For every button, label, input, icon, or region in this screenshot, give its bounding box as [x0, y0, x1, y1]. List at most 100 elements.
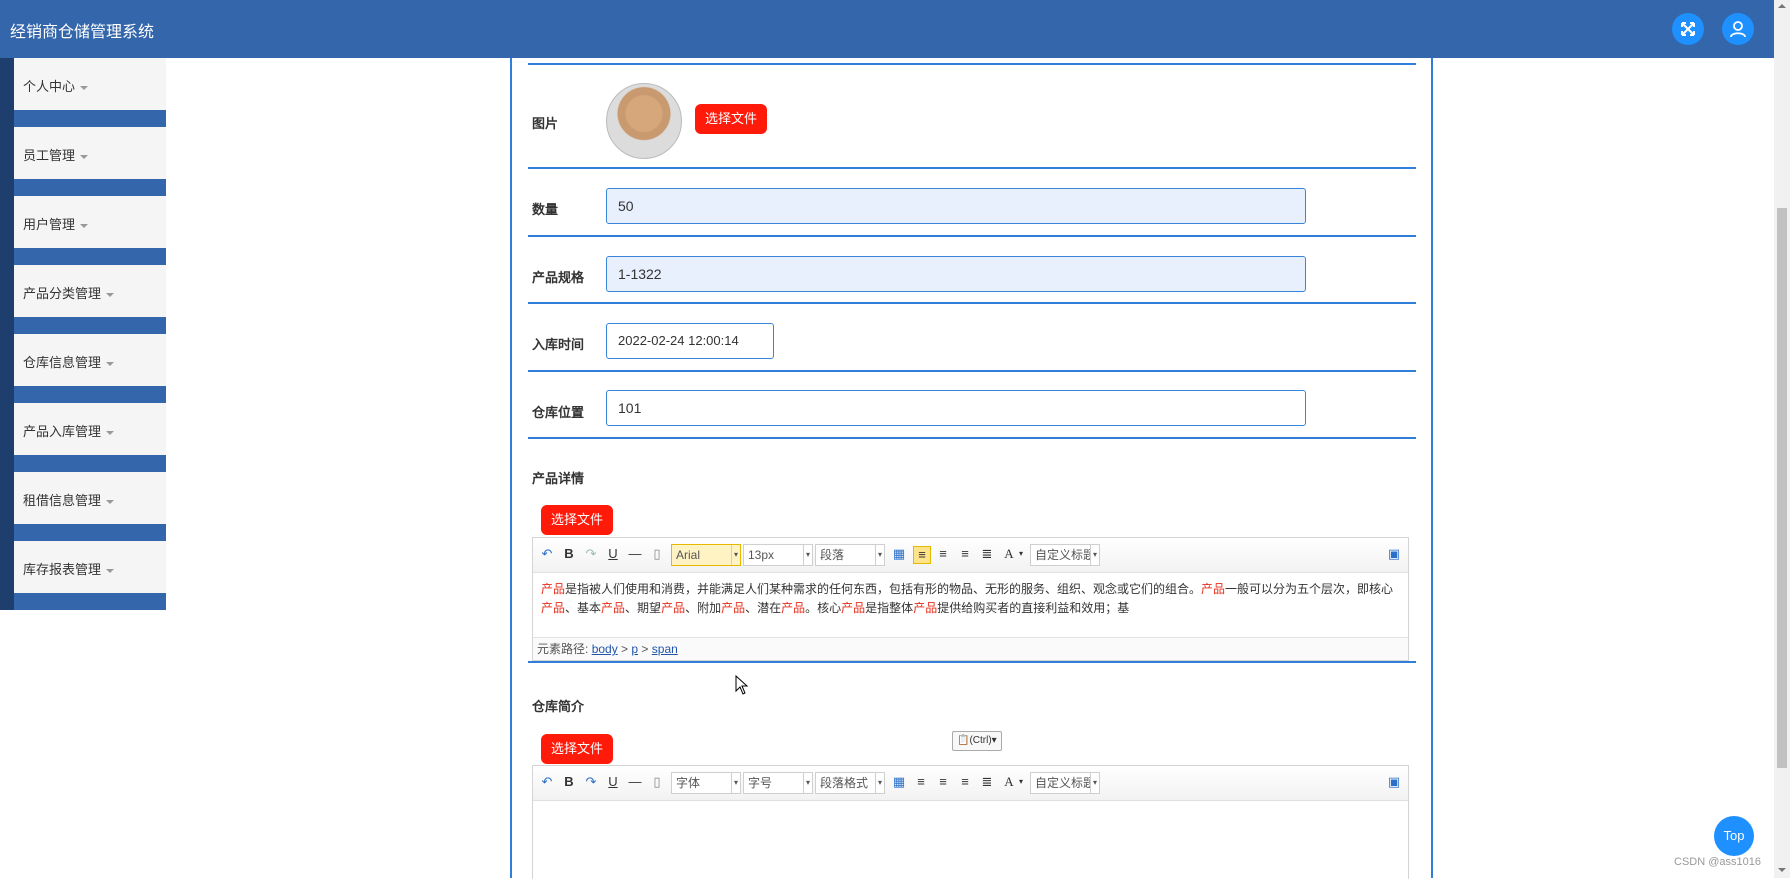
paste-options-button[interactable]: 📋(Ctrl)▾ — [952, 731, 1002, 751]
intro-editor-content[interactable] — [533, 801, 1408, 865]
details-editor-toolbar: ↶ B ↷ U — ▯ Arial ▾ 13px ▾ 段落 ▾ ▦ ≡ ≡ ≡ ≣ A… — [533, 538, 1408, 573]
sidebar: 个人中心 员工管理 用户管理 产品分类管理 仓库信息管理 产品入库管理 租借信息… — [0, 58, 166, 610]
sidebar-item-personal[interactable]: 个人中心 — [0, 58, 166, 127]
sidebar-item-label: 租借信息管理 — [23, 493, 102, 508]
horizontal-rule-icon[interactable]: — — [627, 774, 643, 790]
content-text: 、附加 — [685, 601, 722, 615]
align-left-icon[interactable]: ≡ — [913, 774, 929, 790]
redo-icon[interactable]: ↷ — [583, 774, 599, 790]
highlight-text: 产品 — [541, 582, 566, 596]
document-icon[interactable]: ▯ — [649, 546, 665, 562]
bold-icon[interactable]: B — [561, 546, 577, 562]
watermark: CSDN @ass1016 — [1674, 856, 1761, 868]
undo-icon[interactable]: ↶ — [539, 546, 555, 562]
fullscreen-editor-icon[interactable]: ▣ — [1386, 774, 1402, 790]
font-color-dropdown-icon[interactable]: ▾ — [1013, 774, 1029, 790]
page-scrollbar[interactable] — [1774, 0, 1790, 878]
sidebar-item-users[interactable]: 用户管理 — [0, 196, 166, 265]
align-justify-icon[interactable]: ≣ — [979, 774, 995, 790]
sidebar-item-warehouse-info[interactable]: 仓库信息管理 — [0, 334, 166, 403]
product-image — [606, 83, 682, 159]
fullscreen-button[interactable] — [1672, 13, 1704, 45]
highlight-text: 产品 — [541, 601, 566, 615]
paragraph-select[interactable]: 段落格式 ▾ — [815, 772, 885, 794]
picture-label: 图片 — [532, 116, 559, 131]
content-text: 一般可以分为五个层次，即核心 — [1225, 582, 1394, 596]
details-editor-content[interactable]: 产品是指被人们使用和消费，并能满足人们某种需求的任何东西，包括有形的物品、无形的… — [533, 573, 1408, 637]
highlight-text: 产品 — [913, 601, 938, 615]
caret-down-icon — [106, 568, 115, 573]
details-label: 产品详情 — [532, 471, 585, 486]
user-icon — [1730, 21, 1746, 38]
app-title: 经销商仓储管理系统 — [10, 24, 155, 41]
intro-editor: ↶ B ↷ U — ▯ 字体 ▾ 字号 ▾ 段落格式 ▾ ▦ ≡ ≡ ≡ ≣ A ▾ … — [532, 765, 1409, 879]
divider — [528, 63, 1416, 65]
path-link-p[interactable]: p — [631, 642, 638, 656]
redo-icon[interactable]: ↷ — [583, 546, 599, 562]
content-text: 是指被人们使用和消费，并能满足人们某种需求的任何东西，包括有形的物品、无形的服务… — [565, 582, 1202, 596]
align-right-icon[interactable]: ≡ — [935, 546, 951, 562]
align-justify-icon[interactable]: ≣ — [979, 546, 995, 562]
align-left-icon[interactable]: ≡ — [913, 546, 931, 564]
font-color-dropdown-icon[interactable]: ▾ — [1013, 546, 1029, 562]
intime-input[interactable]: 2022-02-24 12:00:14 — [606, 323, 774, 359]
user-button[interactable] — [1722, 13, 1754, 45]
path-link-body[interactable]: body — [592, 642, 618, 656]
undo-icon[interactable]: ↶ — [539, 774, 555, 790]
quantity-input[interactable]: 50 — [606, 188, 1306, 224]
table-icon[interactable]: ▦ — [891, 546, 907, 562]
sidebar-item-label: 个人中心 — [23, 79, 76, 94]
spec-input[interactable]: 1-1322 — [606, 256, 1306, 292]
location-input[interactable]: 101 — [606, 390, 1306, 426]
details-file-button[interactable]: 选择文件 — [541, 505, 614, 535]
caret-down-icon — [106, 499, 115, 504]
size-select[interactable]: 13px ▾ — [743, 544, 813, 566]
font-select-value: Arial — [676, 548, 701, 562]
font-select[interactable]: Arial ▾ — [671, 544, 741, 566]
sidebar-item-product-category[interactable]: 产品分类管理 — [0, 265, 166, 334]
font-select-value: 字体 — [676, 776, 701, 790]
sidebar-item-label: 员工管理 — [23, 148, 76, 163]
highlight-text: 产品 — [661, 601, 686, 615]
size-select[interactable]: 字号 ▾ — [743, 772, 813, 794]
size-select-value: 字号 — [748, 776, 773, 790]
caret-down-icon — [106, 292, 115, 297]
bold-icon[interactable]: B — [561, 774, 577, 790]
align-right-icon[interactable]: ≡ — [935, 774, 951, 790]
heading-select[interactable]: 自定义标题 ▾ — [1030, 772, 1100, 794]
font-select[interactable]: 字体 ▾ — [671, 772, 741, 794]
content-text: 提供给购买者的直接利益和效用；基 — [937, 601, 1130, 615]
horizontal-rule-icon[interactable]: — — [627, 546, 643, 562]
content-text: 。核心 — [805, 601, 842, 615]
align-center-icon[interactable]: ≡ — [957, 546, 973, 562]
underline-icon[interactable]: U — [605, 546, 621, 562]
paragraph-select-value: 段落格式 — [820, 776, 869, 790]
heading-select[interactable]: 自定义标题 ▾ — [1030, 544, 1100, 566]
paragraph-select[interactable]: 段落 ▾ — [815, 544, 885, 566]
fullscreen-editor-icon[interactable]: ▣ — [1386, 546, 1402, 562]
highlight-text: 产品 — [601, 601, 626, 615]
back-to-top-button[interactable]: Top — [1714, 816, 1754, 856]
scrollbar-thumb[interactable] — [1777, 208, 1787, 768]
content-text: 是指整体 — [865, 601, 914, 615]
align-center-icon[interactable]: ≡ — [957, 774, 973, 790]
divider — [528, 661, 1416, 663]
quantity-label: 数量 — [532, 202, 559, 217]
table-icon[interactable]: ▦ — [891, 774, 907, 790]
divider — [528, 302, 1416, 304]
underline-icon[interactable]: U — [605, 774, 621, 790]
sidebar-item-rental-info[interactable]: 租借信息管理 — [0, 472, 166, 541]
sidebar-item-label: 仓库信息管理 — [23, 355, 102, 370]
content-text: 、基本 — [565, 601, 602, 615]
location-label: 仓库位置 — [532, 405, 585, 420]
sidebar-item-product-inbound[interactable]: 产品入库管理 — [0, 403, 166, 472]
path-link-span[interactable]: span — [652, 642, 678, 656]
caret-down-icon — [80, 85, 89, 90]
document-icon[interactable]: ▯ — [649, 774, 665, 790]
sidebar-item-label: 库存报表管理 — [23, 562, 102, 577]
intro-file-button[interactable]: 选择文件 — [541, 734, 614, 764]
sidebar-item-staff[interactable]: 员工管理 — [0, 127, 166, 196]
picture-file-button[interactable]: 选择文件 — [695, 104, 768, 134]
paragraph-select-value: 段落 — [820, 548, 845, 562]
sidebar-item-inventory-report[interactable]: 库存报表管理 — [0, 541, 166, 610]
